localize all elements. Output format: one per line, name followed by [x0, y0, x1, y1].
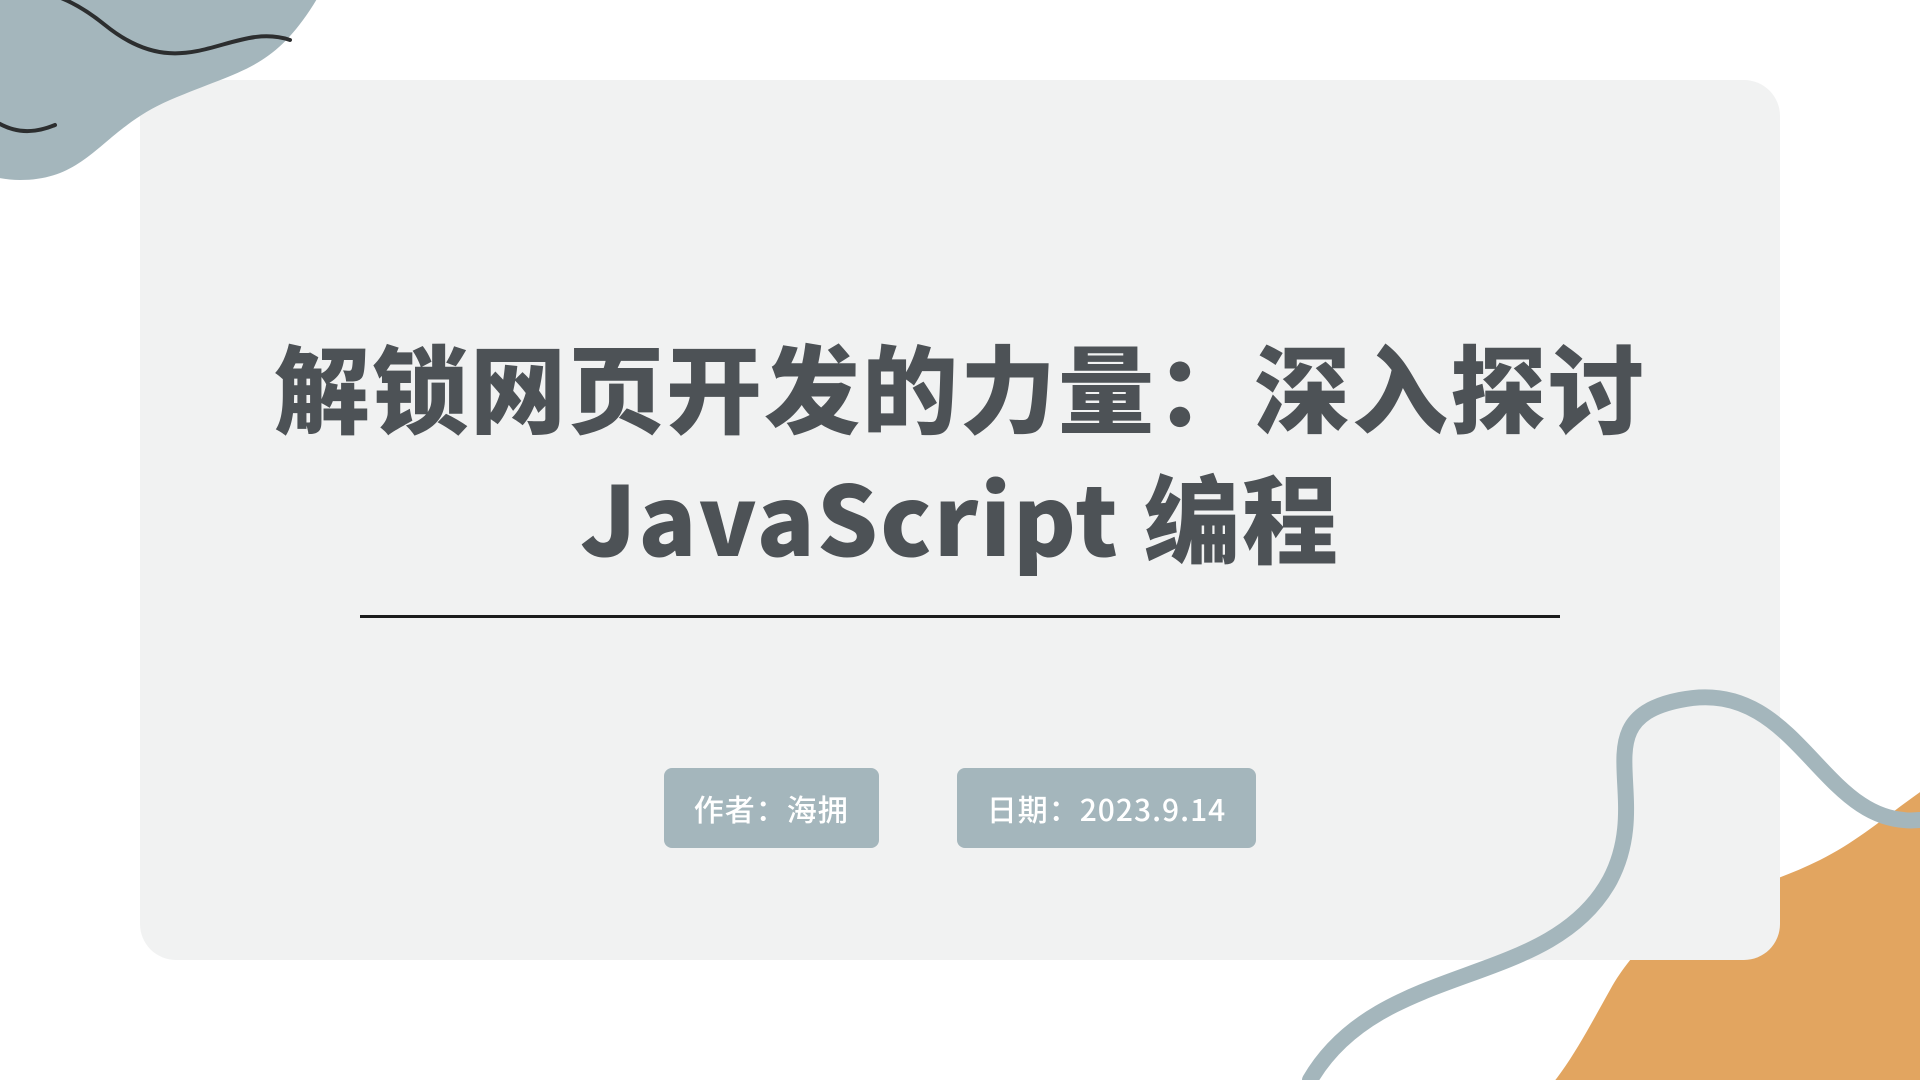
- author-badge: 作者：海拥: [664, 768, 879, 848]
- meta-badges: 作者：海拥 日期：2023.9.14: [140, 768, 1780, 848]
- title-underline: [360, 615, 1560, 618]
- date-badge: 日期：2023.9.14: [957, 768, 1257, 848]
- slide-title: 解锁网页开发的力量：深入探讨 JavaScript 编程: [200, 320, 1720, 579]
- slide-card: 解锁网页开发的力量：深入探讨 JavaScript 编程 作者：海拥 日期：20…: [140, 80, 1780, 960]
